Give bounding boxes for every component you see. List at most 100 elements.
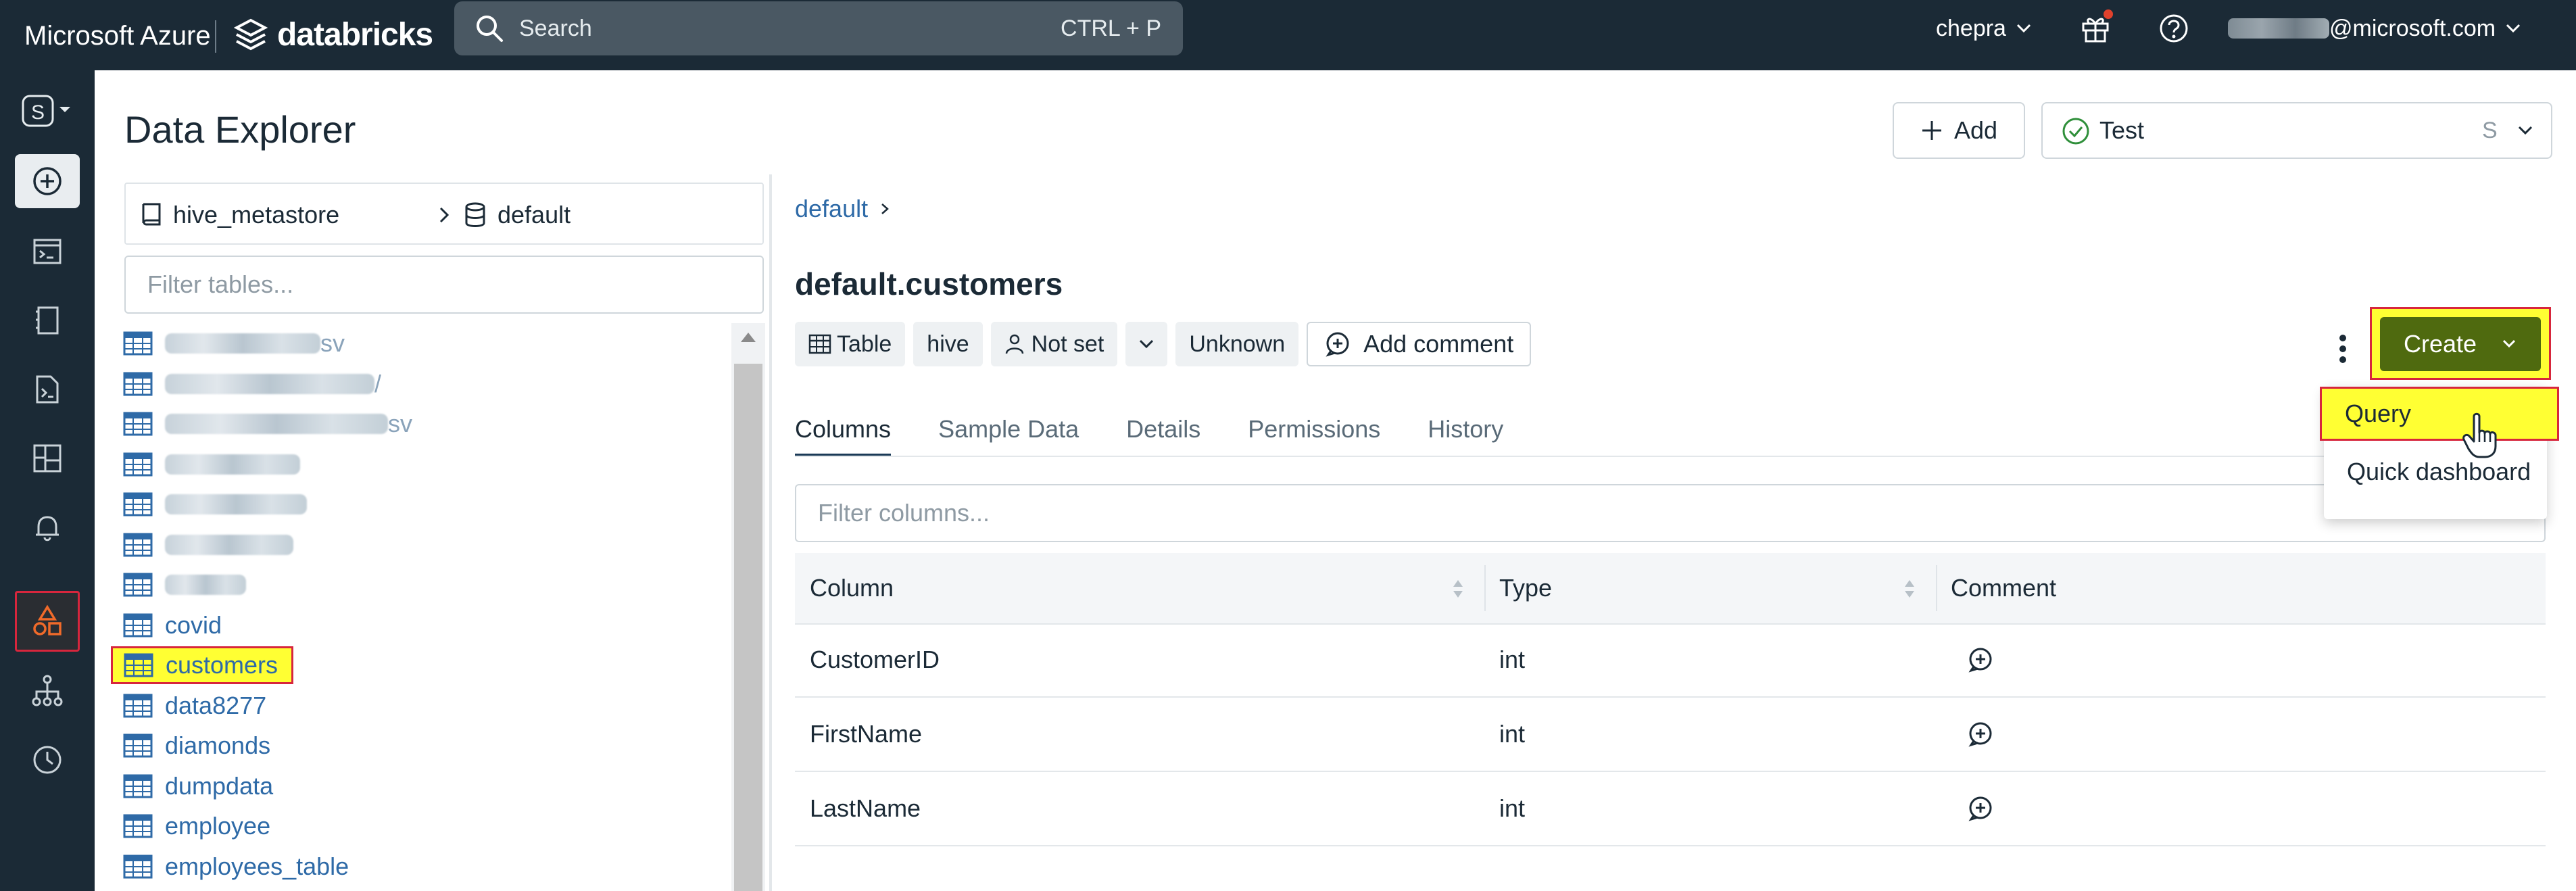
table-list-item[interactable]: employees_table <box>123 848 349 886</box>
add-button[interactable]: Add <box>1893 102 2025 159</box>
table-list-item[interactable]: / <box>123 365 381 403</box>
workflows-icon <box>32 675 63 706</box>
table-list-item[interactable]: data8277 <box>123 687 267 725</box>
catalog-name[interactable]: hive_metastore <box>173 184 339 246</box>
whats-new-button[interactable] <box>2076 9 2114 47</box>
kebab-menu-icon <box>2339 335 2346 363</box>
table-icon <box>123 854 153 878</box>
sidebar-dashboards[interactable] <box>15 431 80 485</box>
table-list-item[interactable] <box>123 566 246 604</box>
sidebar-data[interactable] <box>15 591 80 652</box>
tab-columns[interactable]: Columns <box>795 406 892 457</box>
sql-editor-icon <box>33 239 62 264</box>
table-list-item[interactable]: covid <box>123 606 222 644</box>
menu-item-query[interactable]: Query <box>2320 387 2559 441</box>
workspace-user-menu[interactable]: chepra <box>1936 9 2032 47</box>
table-list-item[interactable]: employee <box>123 807 271 845</box>
chevron-down-icon <box>1140 339 1154 349</box>
table-list-item[interactable] <box>123 526 293 564</box>
global-search[interactable]: Search CTRL + P <box>454 1 1183 55</box>
table-row: CustomerID int <box>795 623 2546 698</box>
column-resizer[interactable] <box>1936 565 1937 611</box>
check-circle-icon <box>2062 118 2089 145</box>
table-name: data8277 <box>165 691 267 719</box>
table-list-item[interactable]: dumpdata <box>123 767 273 805</box>
owner-tag[interactable]: Not set <box>990 322 1118 366</box>
filter-columns-input[interactable] <box>795 484 2546 542</box>
tab-permissions[interactable]: Permissions <box>1248 406 1380 457</box>
table-name: customers <box>166 651 278 679</box>
table-list-item[interactable] <box>123 446 300 483</box>
tab-sample-data[interactable]: Sample Data <box>938 406 1079 457</box>
account-menu[interactable]: @microsoft.com <box>2228 9 2521 47</box>
table-icon <box>123 733 153 758</box>
sidebar-workflows[interactable] <box>15 664 80 718</box>
column-type: int <box>1499 794 1526 822</box>
table-source-label: hive <box>927 331 969 357</box>
page-title: Data Explorer <box>124 108 356 151</box>
workspace-switcher[interactable]: S <box>15 84 80 138</box>
table-details: default default.customers Table hive Not… <box>795 183 2559 891</box>
database-icon <box>465 202 485 227</box>
table-list-item[interactable] <box>123 485 307 523</box>
table-name: covid <box>165 610 222 639</box>
sidebar-alerts-list[interactable] <box>15 362 80 416</box>
sidebar-queries[interactable] <box>15 293 80 347</box>
filter-tables-input[interactable] <box>124 256 764 314</box>
header-type[interactable]: Type <box>1499 553 1552 623</box>
add-comment-button[interactable]: Add comment <box>1307 322 1532 366</box>
top-bar: Microsoft Azure databricks Search CTRL +… <box>0 0 2576 70</box>
sort-icon[interactable] <box>1452 579 1464 599</box>
search-placeholder: Search <box>519 16 592 41</box>
plus-icon <box>1922 121 1941 140</box>
breadcrumb-schema[interactable]: default <box>795 192 868 226</box>
warehouse-name: Test <box>2099 116 2145 144</box>
add-column-comment-button[interactable] <box>1967 795 1994 828</box>
owner-dropdown[interactable] <box>1125 322 1168 366</box>
sidebar-sql-editor[interactable] <box>15 224 80 279</box>
create-button[interactable]: Create <box>2380 317 2541 371</box>
scrollbar-thumb[interactable] <box>734 364 762 891</box>
tabs-divider <box>795 456 2546 457</box>
microsoft-azure-brand[interactable]: Microsoft Azure <box>24 12 211 59</box>
catalog-browser: hive_metastore default sv/sv covid custome… <box>111 183 767 891</box>
add-column-comment-button[interactable] <box>1967 646 1994 679</box>
schema-name[interactable]: default <box>497 184 570 246</box>
table-title: default.customers <box>795 266 1063 302</box>
add-comment-label: Add comment <box>1363 330 1514 358</box>
table-icon <box>123 412 153 436</box>
tab-history[interactable]: History <box>1428 406 1503 457</box>
header-column[interactable]: Column <box>810 553 894 623</box>
column-name: CustomerID <box>810 646 940 673</box>
table-list-item[interactable]: customers <box>111 646 294 684</box>
add-column-comment-button[interactable] <box>1967 721 1994 754</box>
table-list-item[interactable]: sv <box>123 405 412 443</box>
status-tag: Unknown <box>1175 322 1299 366</box>
column-type: int <box>1499 646 1526 673</box>
warehouse-selector[interactable]: Test S <box>2041 102 2552 159</box>
help-button[interactable] <box>2155 9 2193 47</box>
databricks-logo[interactable]: databricks <box>234 11 433 58</box>
tab-details[interactable]: Details <box>1126 406 1200 457</box>
create-button-highlight: Create <box>2370 307 2551 380</box>
table-list-scrollbar[interactable] <box>731 323 765 891</box>
panel-splitter[interactable] <box>769 174 772 891</box>
table-name: employee <box>165 812 271 840</box>
table-list-item[interactable]: diamonds <box>123 727 270 765</box>
svg-text:S: S <box>31 101 45 124</box>
menu-item-quick-dashboard[interactable]: Quick dashboard <box>2324 445 2547 499</box>
sidebar-query-history[interactable] <box>15 733 80 787</box>
sidebar-alerts[interactable] <box>15 500 80 554</box>
table-list-item[interactable]: sv <box>123 324 345 362</box>
user-icon <box>1005 334 1023 354</box>
table-row: FirstName int <box>795 698 2546 772</box>
sidebar-new[interactable] <box>15 154 80 208</box>
scroll-up-arrow[interactable] <box>741 333 756 342</box>
hand-cursor-icon <box>2462 412 2497 458</box>
add-button-label: Add <box>1953 116 1998 144</box>
more-options-button[interactable] <box>2329 330 2356 368</box>
sort-icon[interactable] <box>1903 579 1916 599</box>
search-shortcut: CTRL + P <box>1061 16 1161 41</box>
header-comment: Comment <box>1951 574 2057 602</box>
column-resizer[interactable] <box>1484 565 1486 611</box>
